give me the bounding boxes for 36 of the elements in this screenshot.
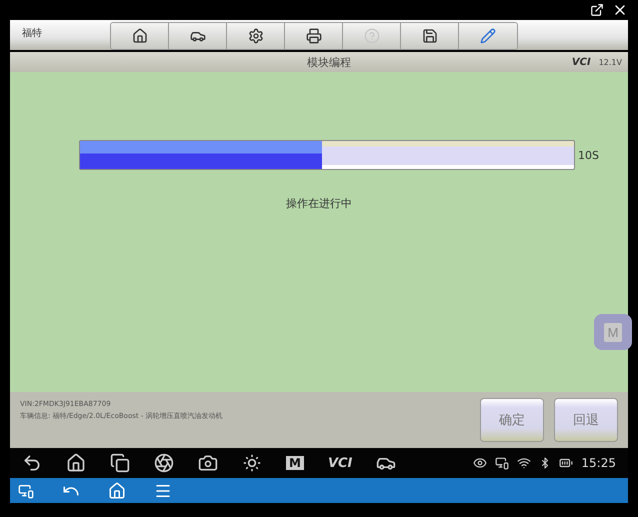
- wifi-icon: [517, 456, 532, 470]
- camera-icon: [198, 453, 218, 473]
- printer-button[interactable]: [285, 23, 343, 49]
- pen-button[interactable]: [459, 23, 517, 49]
- printer-icon: [306, 28, 322, 44]
- home-icon: [108, 482, 126, 500]
- back-button[interactable]: 回退: [554, 398, 618, 442]
- brand-label: 福特: [21, 26, 43, 40]
- page-title: 模块编程: [306, 54, 352, 70]
- help-icon: [364, 28, 380, 44]
- external-link-icon: [590, 3, 604, 17]
- time-remaining: 10S: [578, 148, 599, 162]
- settings-button[interactable]: [227, 23, 285, 49]
- eye-icon: [473, 456, 488, 470]
- remote-icon: [495, 456, 510, 470]
- home-icon: [132, 28, 148, 44]
- remote-icon: [18, 482, 34, 498]
- floppy-disk-button[interactable]: [401, 23, 459, 49]
- pen-icon: [480, 28, 496, 44]
- clock: 15:25: [581, 456, 616, 470]
- home-button[interactable]: [111, 23, 169, 49]
- settings-icon: [248, 28, 264, 44]
- status-message: 操作在进行中: [286, 196, 352, 211]
- confirm-button[interactable]: 确定: [480, 398, 544, 442]
- back-arrow-icon: [22, 453, 42, 473]
- floating-menu-button[interactable]: M: [594, 314, 632, 350]
- aperture-icon: [154, 453, 174, 473]
- car-button[interactable]: [169, 23, 227, 49]
- m-app-button[interactable]: M: [286, 456, 304, 470]
- vci-app-button[interactable]: VCI: [328, 456, 352, 470]
- battery-voltage: 12.1V: [598, 58, 622, 66]
- windows-icon: [110, 453, 130, 473]
- brightness-icon: [242, 453, 262, 473]
- battery-icon: [559, 456, 574, 470]
- vci-status: VCI: [572, 56, 591, 68]
- home-icon: [66, 453, 86, 473]
